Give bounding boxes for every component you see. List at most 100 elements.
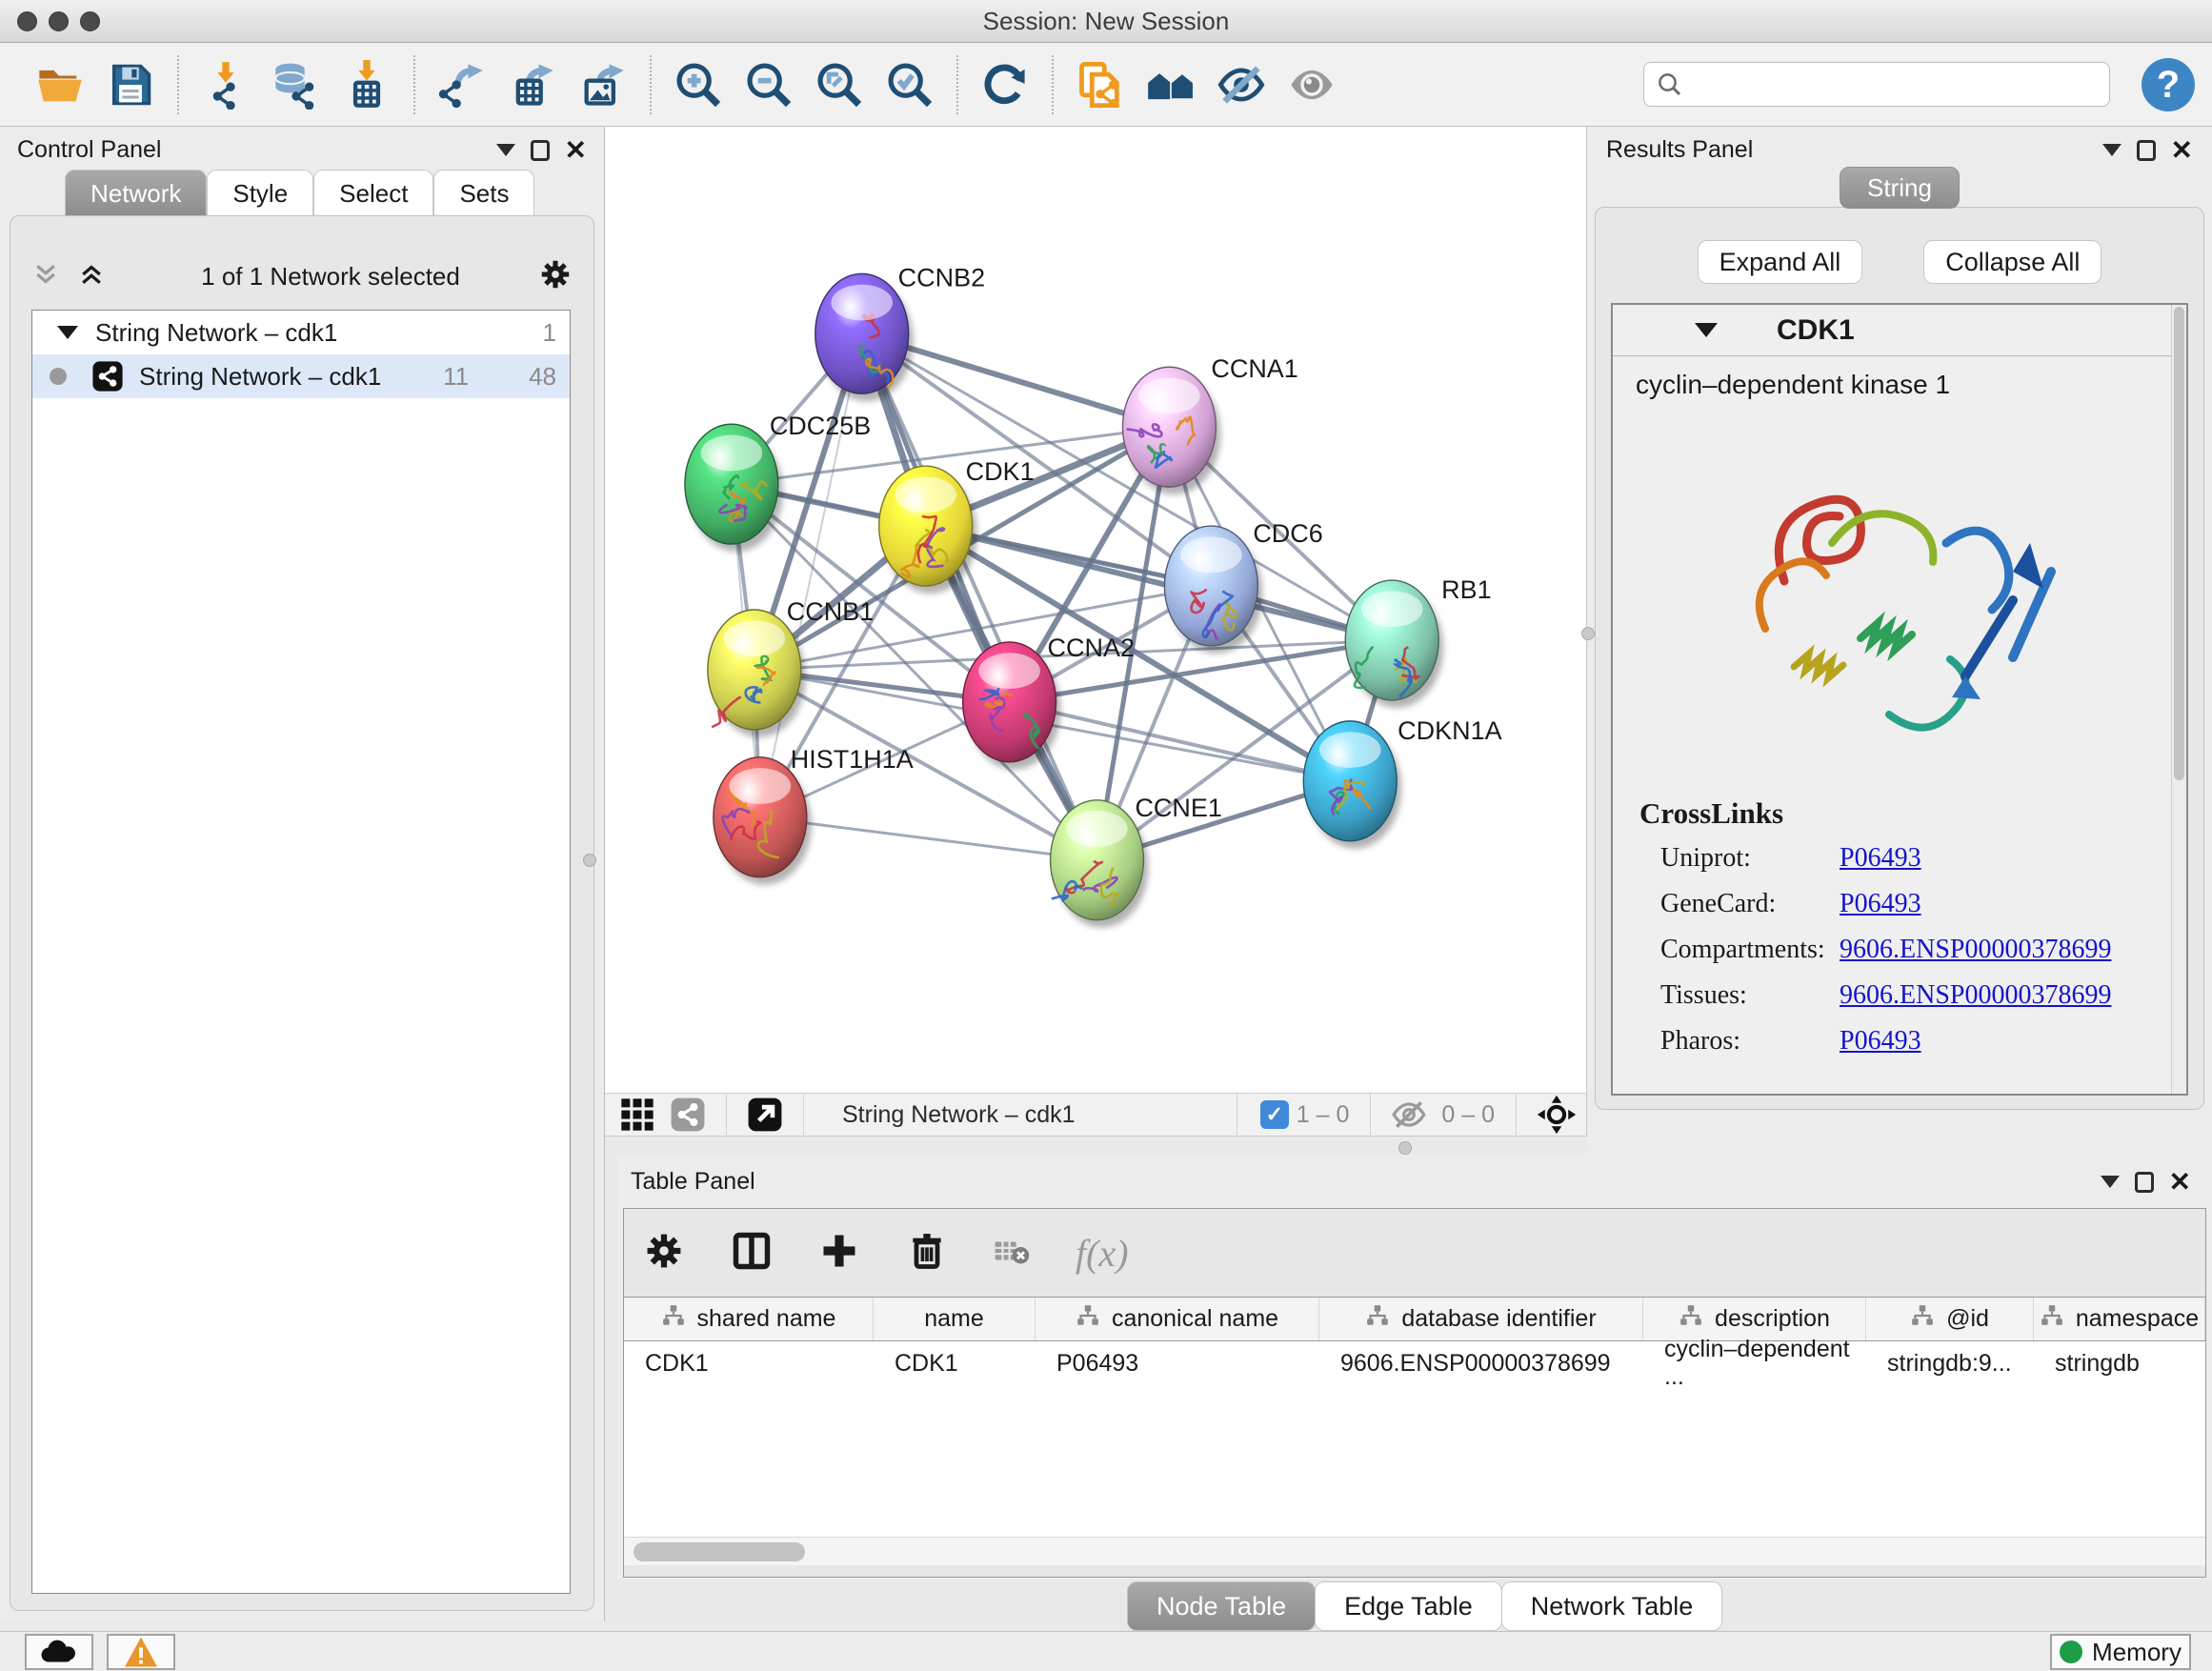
results-scrollbar[interactable]: [2171, 305, 2186, 1094]
gear-icon[interactable]: [538, 257, 573, 296]
fit-selected-icon[interactable]: [1537, 1095, 1577, 1135]
table-gear-icon[interactable]: [643, 1230, 685, 1277]
results-menu-icon[interactable]: [2102, 144, 2122, 156]
tab-node-table[interactable]: Node Table: [1127, 1581, 1316, 1631]
right-splitter-handle[interactable]: [1581, 627, 1595, 640]
refresh-network-icon[interactable]: [977, 57, 1033, 112]
panel-close-icon[interactable]: ✕: [565, 137, 587, 164]
delete-column-icon[interactable]: [906, 1230, 948, 1277]
network-node-cdkn1a[interactable]: CDKN1A: [1303, 716, 1501, 849]
network-node-cdk1[interactable]: CDK1: [879, 457, 1035, 594]
export-table-icon[interactable]: [505, 57, 560, 112]
horizontal-splitter-handle[interactable]: [1398, 1141, 1412, 1155]
table-close-icon[interactable]: ✕: [2169, 1169, 2191, 1196]
tab-string[interactable]: String: [1840, 167, 1960, 209]
open-file-icon[interactable]: [32, 57, 88, 112]
collection-expand-icon[interactable]: [57, 326, 78, 339]
import-table-icon[interactable]: [339, 57, 394, 112]
collapse-all-networks-icon[interactable]: [31, 260, 60, 293]
open-in-new-window-icon[interactable]: [747, 1097, 783, 1133]
search-input[interactable]: [1694, 71, 2098, 98]
panel-float-icon[interactable]: [531, 140, 550, 161]
table-cell[interactable]: 9606.ENSP00000378699: [1319, 1341, 1643, 1385]
tab-select[interactable]: Select: [313, 170, 433, 217]
network-collection-row[interactable]: String Network – cdk1 1: [32, 311, 570, 354]
left-splitter-handle[interactable]: [583, 854, 596, 867]
network-share-icon[interactable]: [670, 1097, 706, 1133]
zoom-fit-icon[interactable]: [812, 57, 867, 112]
network-node-ccne1[interactable]: CCNE1: [1051, 794, 1222, 928]
tab-edge-table[interactable]: Edge Table: [1315, 1581, 1502, 1631]
export-image-icon[interactable]: [575, 57, 631, 112]
column-header-namespace[interactable]: namespace: [2034, 1298, 2205, 1340]
crosslink-link[interactable]: 9606.ENSP00000378699: [1840, 977, 2111, 1014]
memory-button[interactable]: Memory: [2050, 1634, 2191, 1670]
grid-view-icon[interactable]: [618, 1096, 656, 1134]
help-button[interactable]: ?: [2142, 58, 2195, 111]
table-float-icon[interactable]: [2135, 1172, 2154, 1193]
table-cell[interactable]: stringdb:9...: [1866, 1341, 2034, 1385]
string-panel-icon[interactable]: [1073, 57, 1128, 112]
minimize-window-button[interactable]: [49, 11, 69, 31]
crosslink-link[interactable]: P06493: [1840, 840, 1921, 876]
table-menu-icon[interactable]: [2101, 1176, 2120, 1188]
table-horizontal-scrollbar[interactable]: [624, 1537, 2205, 1565]
crosslink-link[interactable]: P06493: [1840, 886, 1921, 922]
save-session-icon[interactable]: [103, 57, 158, 112]
column-header-shared-name[interactable]: shared name: [624, 1298, 874, 1340]
gene-collapse-icon[interactable]: [1695, 323, 1718, 337]
network-node-ccnb2[interactable]: CCNB2: [815, 263, 985, 401]
crosslink-link[interactable]: P06493: [1840, 1023, 1921, 1059]
window-controls[interactable]: [17, 11, 100, 31]
results-close-icon[interactable]: ✕: [2171, 137, 2193, 164]
network-node-rb1[interactable]: RB1: [1345, 575, 1491, 708]
node-table[interactable]: shared namenamecanonical namedatabase id…: [624, 1297, 2205, 1537]
network-node-ccna1[interactable]: CCNA1: [1122, 354, 1297, 494]
table-cell[interactable]: P06493: [1036, 1341, 1319, 1385]
tab-style[interactable]: Style: [207, 170, 313, 217]
network-edge[interactable]: [862, 333, 1097, 859]
maximize-window-button[interactable]: [80, 11, 100, 31]
tab-sets[interactable]: Sets: [433, 170, 534, 217]
zoom-in-icon[interactable]: [671, 57, 726, 112]
column-header--id[interactable]: @id: [1866, 1298, 2034, 1340]
tab-network[interactable]: Network: [65, 170, 207, 217]
table-row[interactable]: CDK1CDK1P064939606.ENSP00000378699cyclin…: [624, 1341, 2205, 1385]
network-canvas[interactable]: CCNB2 CCNA1 CDC25B CDK1 CDC6: [605, 127, 1587, 1093]
column-header-name[interactable]: name: [874, 1298, 1036, 1340]
network-row[interactable]: String Network – cdk1 11 48: [32, 354, 570, 398]
table-cell[interactable]: CDK1: [874, 1341, 1036, 1385]
table-cell[interactable]: CDK1: [624, 1341, 874, 1385]
cloud-status-button[interactable]: [25, 1634, 93, 1670]
column-header-description[interactable]: description: [1643, 1298, 1866, 1340]
column-header-canonical-name[interactable]: canonical name: [1036, 1298, 1319, 1340]
zoom-out-icon[interactable]: [741, 57, 796, 112]
import-network-icon[interactable]: [198, 57, 253, 112]
show-columns-icon[interactable]: [731, 1230, 773, 1277]
import-database-icon[interactable]: [269, 57, 324, 112]
network-node-hist1h1a[interactable]: HIST1H1A: [714, 745, 914, 885]
expand-all-networks-icon[interactable]: [77, 260, 106, 293]
warning-status-button[interactable]: [107, 1634, 175, 1670]
add-column-icon[interactable]: [818, 1230, 860, 1277]
zoom-selected-icon[interactable]: [882, 57, 937, 112]
function-builder-icon[interactable]: f(x): [1076, 1231, 1129, 1276]
search-box[interactable]: [1643, 62, 2110, 107]
table-cell[interactable]: cyclin–dependent ...: [1643, 1341, 1866, 1385]
panel-menu-icon[interactable]: [496, 144, 515, 156]
network-node-ccna2[interactable]: CCNA2: [963, 634, 1135, 770]
show-all-icon[interactable]: [1284, 57, 1339, 112]
tab-network-table[interactable]: Network Table: [1501, 1581, 1723, 1631]
collapse-all-button[interactable]: Collapse All: [1923, 240, 2101, 284]
column-header-database-identifier[interactable]: database identifier: [1319, 1298, 1643, 1340]
export-network-icon[interactable]: [434, 57, 490, 112]
table-cell[interactable]: stringdb: [2034, 1341, 2205, 1385]
delete-table-icon[interactable]: [994, 1233, 1030, 1274]
gene-header-row[interactable]: CDK1: [1613, 305, 2186, 356]
expand-all-button[interactable]: Expand All: [1698, 240, 1863, 284]
hidden-eye-icon[interactable]: [1391, 1097, 1427, 1133]
close-window-button[interactable]: [17, 11, 37, 31]
home-layout-icon[interactable]: [1143, 57, 1198, 112]
results-float-icon[interactable]: [2137, 140, 2156, 161]
network-node-ccnb1[interactable]: CCNB1: [708, 597, 874, 737]
